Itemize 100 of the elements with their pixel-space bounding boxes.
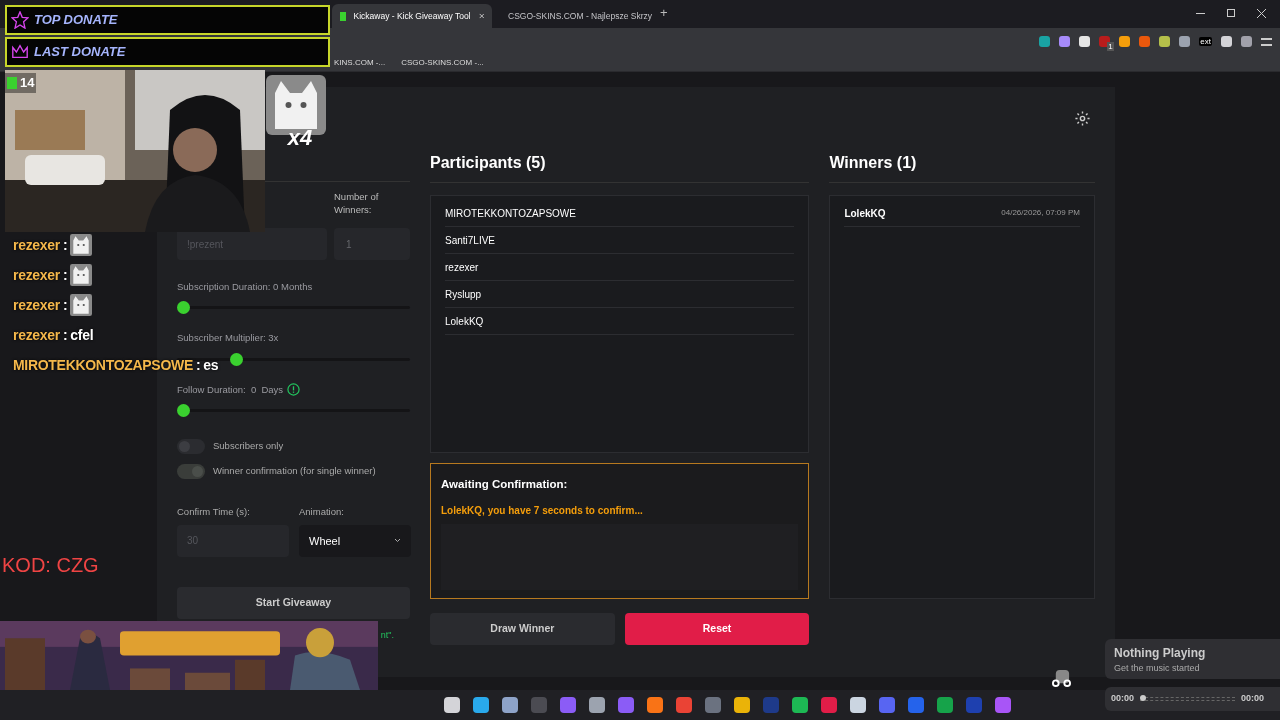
progress-thumb[interactable] (1140, 695, 1147, 701)
winners-title: Winners (1) (829, 153, 918, 173)
site-icon (340, 11, 346, 21)
tab-title: CSGO-SKINS.COM - Najlepsze Skrzy (508, 9, 653, 23)
slider-thumb[interactable] (229, 352, 243, 366)
app-icon[interactable] (995, 697, 1011, 713)
menu-icon[interactable] (1261, 37, 1272, 46)
total-time: 00:00 (1241, 692, 1265, 706)
app-icon[interactable] (647, 697, 663, 713)
app-icon[interactable] (618, 697, 634, 713)
chat-username: rezexer (13, 297, 60, 313)
field-label: Number of Winners: (334, 190, 380, 217)
toggle-label: Subscribers only (213, 439, 284, 454)
chat-separator: : (62, 237, 68, 253)
media-subtitle: Get the music started (1114, 662, 1201, 675)
elapsed-time: 00:00 (1111, 692, 1135, 706)
music-icon (1052, 668, 1071, 687)
participant-item[interactable]: rezexer (445, 254, 795, 281)
extension-icon[interactable] (1119, 36, 1131, 47)
chat-separator: : (195, 357, 201, 373)
slider-label: Subscription Duration: 0 Months (177, 280, 313, 294)
participant-item[interactable]: Santi7LIVE (445, 227, 795, 254)
extension-icon[interactable] (1159, 36, 1171, 47)
app-icon[interactable] (560, 697, 576, 713)
chevron-icon (394, 538, 401, 544)
chat-username: rezexer (13, 237, 60, 253)
bookmark[interactable]: KINS.COM -... (334, 57, 386, 69)
close-icon[interactable] (1257, 9, 1266, 18)
app-icon[interactable] (589, 697, 605, 713)
extension-icon[interactable] (1059, 36, 1071, 47)
animation-select[interactable]: Wheel (299, 524, 411, 557)
toggle-switch[interactable] (177, 463, 205, 479)
slider-thumb[interactable] (177, 403, 190, 417)
donation-label: TOP DONATE (34, 11, 118, 30)
app-icon[interactable] (908, 697, 924, 713)
app-icon[interactable] (734, 697, 750, 713)
chat-message: es (203, 357, 219, 373)
toggle-label: Winner confirmation (for single winner) (213, 464, 376, 479)
emote-count: x4 (287, 124, 313, 152)
cat-emote-icon (70, 234, 93, 256)
slider-track[interactable] (177, 301, 410, 315)
crown-icon (11, 43, 29, 61)
k-icon (7, 76, 17, 89)
field-label: Animation: (299, 504, 345, 519)
cat-emote-icon (70, 264, 93, 286)
winner-name: LolekKQ (844, 206, 886, 221)
draw-winner-button[interactable]: Draw Winner (430, 613, 615, 645)
app-icon[interactable] (850, 697, 866, 713)
extension-badge: 1 (1107, 42, 1114, 51)
browser-tab[interactable]: CSGO-SKINS.COM - Najlepsze Skrzy (492, 4, 652, 28)
extension-icon[interactable] (1079, 36, 1091, 47)
app-icon[interactable] (792, 697, 808, 713)
settings-icon[interactable] (1074, 110, 1091, 127)
app-icon[interactable] (705, 697, 721, 713)
app-icon[interactable] (821, 697, 837, 713)
bookmark[interactable]: CSGO-SKINS.COM -... (401, 57, 484, 69)
extension-icon[interactable] (1221, 36, 1232, 47)
chat-message: cfel (70, 327, 94, 343)
extension-icon[interactable] (1241, 36, 1252, 47)
participant-item[interactable]: LolekKQ (445, 308, 795, 335)
chat-username: rezexer (13, 267, 60, 283)
restore-icon[interactable] (1227, 9, 1235, 17)
hint-text: nt". (380, 628, 394, 642)
code-text: KOD: CZG (2, 553, 99, 578)
chat-username: rezexer (13, 327, 60, 343)
app-icon[interactable] (879, 697, 895, 713)
new-tab-button[interactable]: + (660, 2, 668, 22)
confirmation-title: Awaiting Confirmation: (441, 477, 569, 492)
extension-icon[interactable] (1039, 36, 1051, 47)
chat-separator: : (62, 297, 68, 313)
viewer-count: 14 (20, 74, 35, 92)
app-icon[interactable] (676, 697, 692, 713)
chat-separator: : (62, 267, 68, 283)
app-icon[interactable] (502, 697, 518, 713)
slider-label: Follow Duration: 0 Days (177, 382, 284, 397)
participants-title: Participants (5) (430, 153, 547, 173)
extension-badge[interactable]: ext (1199, 37, 1212, 46)
info-icon (287, 383, 301, 397)
app-icon[interactable] (444, 697, 460, 713)
participant-item[interactable]: MIROTEKKONTOZAPSOWE (445, 200, 795, 227)
cat-emote-icon (70, 294, 93, 316)
close-icon[interactable] (478, 12, 484, 20)
reset-button[interactable]: Reset (624, 613, 810, 645)
start-giveaway-button[interactable]: Start Giveaway (177, 586, 410, 619)
chat-separator: : (62, 327, 68, 343)
donation-label: LAST DONATE (34, 43, 126, 62)
confirmation-message: LolekKQ, you have 7 seconds to confirm... (441, 504, 644, 519)
slider-label: Subscriber Multiplier: 3x (177, 331, 279, 346)
slider-track[interactable] (177, 403, 410, 417)
tab-title: Kickaway - Kick Giveaway Tool (353, 9, 471, 23)
app-icon[interactable] (473, 697, 489, 713)
slider-thumb[interactable] (177, 301, 190, 315)
star-icon (11, 11, 29, 29)
browser-tab[interactable]: Kickaway - Kick Giveaway Tool (332, 4, 492, 28)
winner-time: 04/26/2026, 07:09 PM (1001, 207, 1080, 219)
extension-icon[interactable] (1179, 36, 1191, 47)
chat-username: MIROTEKKONTOZAPSOWE (13, 357, 193, 373)
toggle-switch[interactable] (177, 438, 205, 454)
participant-item[interactable]: Ryslupp (445, 281, 795, 308)
app-icon[interactable] (937, 697, 953, 713)
